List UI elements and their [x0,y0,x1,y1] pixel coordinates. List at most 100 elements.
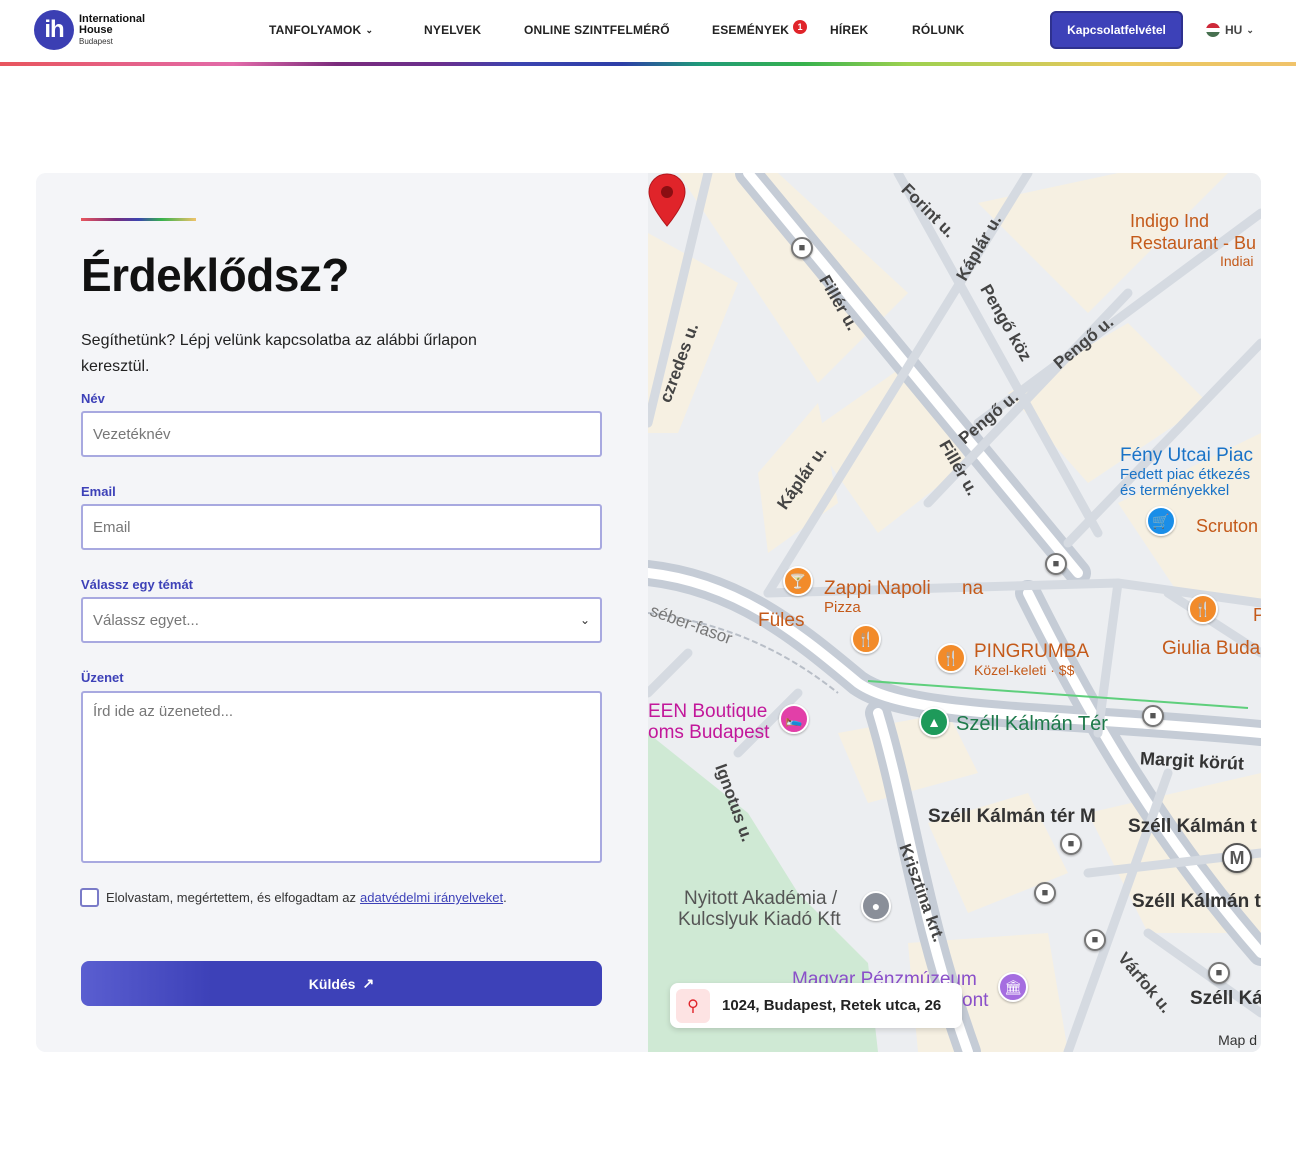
place-label: Indiai [1220,253,1254,269]
bus-stop-icon[interactable]: ■ [1142,705,1164,727]
metro-icon[interactable]: M [1222,843,1252,873]
nav-item-tanfolyamok[interactable]: TANFOLYAMOK ⌄ [269,23,373,37]
place-label: Széll Kálmán t [1132,891,1261,912]
nav-label: ONLINE SZINTFELMÉRŐ [524,23,670,37]
chevron-down-icon: ⌄ [365,24,374,35]
nav-item-online-szintfelmero[interactable]: ONLINE SZINTFELMÉRŐ [524,23,670,37]
place-label: P [1253,605,1261,625]
hungarian-flag-icon [1206,23,1220,37]
park-icon[interactable]: ▲ [919,707,949,737]
place-label: PINGRUMBA [974,641,1090,662]
nav-item-esemenyek[interactable]: ESEMÉNYEK 1 [712,20,808,37]
place-label: Fedett piac étkezés [1120,466,1251,483]
logo-line-3: Budapest [79,36,113,46]
restaurant-icon[interactable]: 🍴 [851,624,881,654]
restaurant-icon[interactable]: 🍴 [1188,594,1218,624]
message-label: Üzenet [81,670,124,685]
email-input[interactable]: Email [81,504,602,550]
header-rainbow-divider [0,62,1296,66]
location-pin-outline-icon: ⚲ [676,988,710,1023]
message-textarea[interactable]: Írd ide az üzeneted... [81,691,602,863]
bus-stop-icon[interactable]: ■ [791,237,813,259]
email-label: Email [81,484,116,499]
nav-label: TANFOLYAMOK [269,23,362,37]
bus-stop-icon[interactable]: ■ [1084,929,1106,951]
contact-card: Érdeklődsz? Segíthetünk? Lépj velünk kap… [36,173,1261,1052]
place-label: és terményekkel [1120,482,1230,499]
topic-select[interactable]: Válassz egyet... ⌄ [81,597,602,643]
place-label: Széll Kálmán t [1128,816,1257,837]
place-marker-icon[interactable]: ● [861,891,891,921]
place-label: EEN Boutique [648,701,768,722]
bus-stop-icon[interactable]: ■ [1060,833,1082,855]
name-label: Név [81,391,105,406]
form-intro: Segíthetünk? Lépj velünk kapcsolatba az … [81,332,477,375]
hotel-icon[interactable]: 🛌 [779,704,809,734]
submit-label: Küldés [308,975,356,992]
place-label: Kulcslyuk Kiadó Kft [678,909,841,930]
place-label: Széll Kálmán tér M [928,806,1096,827]
chevron-down-icon: ⌄ [1246,24,1254,35]
place-label: Scruton [1196,516,1259,536]
bus-stop-icon[interactable]: ■ [1208,962,1230,984]
place-label: Széll Ká [1190,988,1261,1009]
language-selector[interactable]: HU ⌄ [1206,23,1254,37]
place-label: Fény Utcai Piac [1120,445,1254,466]
place-label: Füles [758,610,805,631]
cocktail-icon[interactable]: 🍸 [783,566,813,596]
nav-item-hirek[interactable]: HÍREK [830,23,868,37]
place-label: na [962,578,984,599]
message-placeholder: Írd ide az üzeneted... [93,703,234,720]
nav-item-nyelvek[interactable]: NYELVEK [424,23,481,37]
map-data-attribution[interactable]: Map d [1218,1032,1257,1048]
restaurant-icon[interactable]: 🍴 [936,643,966,673]
email-placeholder: Email [93,518,131,536]
topic-selected-value: Válassz egyet... [93,611,199,629]
bus-stop-icon[interactable]: ■ [1045,553,1067,575]
chevron-down-icon: ⌄ [579,613,590,627]
place-label: Giulia Buda [1162,638,1261,659]
consent-checkbox[interactable] [80,888,99,907]
notification-badge: 1 [793,20,808,34]
nav-label: HÍREK [830,23,869,37]
place-label: Restaurant - Bu [1130,233,1257,253]
submit-button[interactable]: Küldés ↗ [81,961,602,1006]
site-header: ih International House Budapest TANFOLYA… [0,0,1296,62]
nav-label: NYELVEK [424,23,482,37]
arrow-up-right-icon: ↗ [362,975,375,991]
contact-form: Érdeklődsz? Segíthetünk? Lépj velünk kap… [36,173,648,1052]
logo-line-1: International [79,12,146,25]
nav-label: RÓLUNK [912,23,965,37]
name-input[interactable]: Vezetéknév [81,411,602,457]
map[interactable]: Forint u. Káplár u. Fillér u. Pengő köz … [648,173,1261,1052]
nav-label: ESEMÉNYEK [712,23,790,37]
logo-text: International House Budapest [79,12,146,47]
shopping-cart-icon[interactable]: 🛒 [1146,506,1176,536]
museum-icon[interactable]: 🏛 [998,972,1028,1002]
topic-label: Válassz egy témát [81,577,194,592]
privacy-policy-link[interactable]: adatvédelmi irányelveket [360,890,503,905]
name-placeholder: Vezetéknév [93,425,171,443]
bus-stop-icon[interactable]: ■ [1034,882,1056,904]
language-label: HU [1225,23,1243,37]
page-title: Érdeklődsz? [81,249,350,301]
place-label: Indigo Ind [1130,211,1210,231]
place-label: Széll Kálmán Tér [956,713,1108,735]
consent-end: . [503,890,507,905]
place-label: oms Budapest [648,722,770,743]
consent-row: Elolvastam, megértettem, és elfogadtam a… [80,888,507,907]
nav-item-rolunk[interactable]: RÓLUNK [912,23,965,37]
logo-mark: ih [34,10,74,50]
place-label: Pizza [824,599,861,616]
address-text: 1024, Budapest, Retek utca, 26 [722,997,942,1014]
consent-text: Elolvastam, megértettem, és elfogadtam a… [106,890,357,905]
logo[interactable]: ih International House Budapest [34,10,145,50]
place-label: Közel-keleti · $$ [974,662,1075,678]
address-card: ⚲ 1024, Budapest, Retek utca, 26 [670,983,962,1028]
logo-line-2: House [79,23,113,36]
place-label: ont [962,990,989,1011]
contact-button[interactable]: Kapcsolatfelvétel [1050,11,1183,49]
location-pin-icon[interactable] [648,173,686,227]
place-label: Zappi Napoli [824,578,931,599]
title-accent-bar [81,218,196,221]
